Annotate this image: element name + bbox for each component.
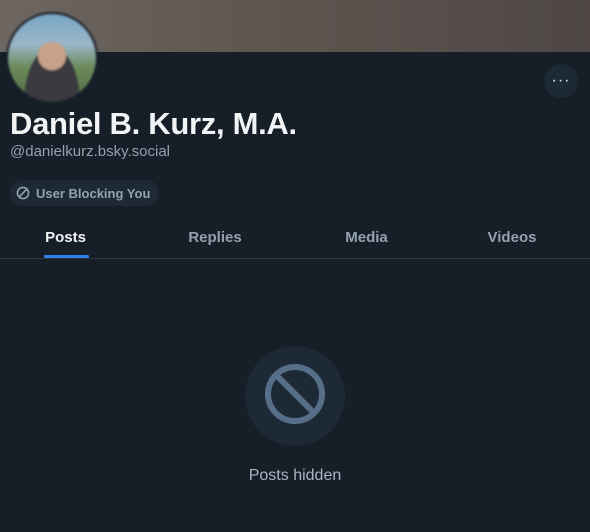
tab-label: Media bbox=[345, 228, 388, 246]
badge-label: User Blocking You bbox=[36, 185, 151, 201]
posts-hidden-empty-state: Posts hidden bbox=[0, 346, 590, 485]
profile-tabs: Posts Replies Media Videos bbox=[0, 216, 590, 259]
user-blocking-you-badge: User Blocking You bbox=[10, 180, 160, 206]
block-icon bbox=[263, 362, 327, 431]
active-tab-indicator bbox=[44, 255, 89, 258]
more-options-button[interactable]: ··· bbox=[544, 64, 578, 98]
avatar[interactable] bbox=[6, 12, 98, 104]
posts-hidden-message: Posts hidden bbox=[248, 467, 342, 484]
tab-label: Posts bbox=[45, 228, 86, 246]
tab-media[interactable]: Media bbox=[299, 216, 434, 258]
tab-label: Videos bbox=[487, 228, 537, 246]
block-icon bbox=[16, 186, 30, 200]
tab-label: Replies bbox=[188, 228, 242, 246]
tab-posts[interactable]: Posts bbox=[0, 216, 131, 258]
tab-replies[interactable]: Replies bbox=[131, 216, 299, 258]
display-name: Daniel B. Kurz, M.A. bbox=[10, 106, 297, 141]
empty-state-icon-container bbox=[245, 346, 345, 446]
tab-videos[interactable]: Videos bbox=[434, 216, 590, 258]
profile-handle: @danielkurz.bsky.social bbox=[10, 143, 171, 160]
ellipsis-icon: ··· bbox=[551, 72, 571, 89]
